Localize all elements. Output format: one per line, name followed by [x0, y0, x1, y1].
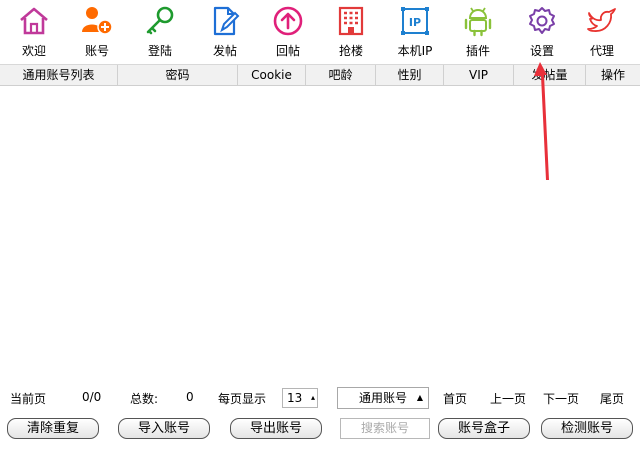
column-header-actions[interactable]: 操作 [586, 65, 640, 85]
toolbar-account[interactable]: 账号 [67, 0, 127, 64]
toolbar-post[interactable]: 发帖 [195, 0, 255, 64]
toolbar-grab-floor[interactable]: 抢楼 [321, 0, 381, 64]
toolbar-proxy[interactable]: 代理 [572, 0, 632, 64]
account-type-value: 通用账号 [358, 391, 407, 405]
android-icon [464, 7, 492, 37]
account-box-button[interactable]: 账号盒子 [438, 418, 530, 439]
toolbar-settings-label: 设置 [529, 44, 554, 58]
search-account-input[interactable]: 搜索账号 [340, 418, 430, 439]
toolbar-plugins-label: 插件 [465, 44, 490, 58]
edit-document-icon [213, 6, 240, 36]
column-header-password[interactable]: 密码 [118, 65, 238, 85]
per-page-stepper[interactable]: 13 ▴ [282, 388, 318, 408]
toolbar-grab-floor-label: 抢楼 [338, 44, 363, 58]
column-header-post-count[interactable]: 发帖量 [514, 65, 586, 85]
toolbar: 欢迎 账号 登陆 发帖 回帖 抢楼 IP 本机IP 插件 设置 代理 [0, 0, 640, 64]
export-accounts-button[interactable]: 导出账号 [230, 418, 322, 439]
toolbar-account-label: 账号 [84, 44, 109, 58]
stepper-arrows-icon[interactable]: ▴ [311, 389, 315, 407]
column-header-bar-age[interactable]: 吧龄 [306, 65, 376, 85]
key-icon [146, 6, 174, 35]
table-header: 通用账号列表 密码 Cookie 吧龄 性别 VIP 发帖量 操作 [0, 64, 640, 86]
column-header-cookie[interactable]: Cookie [238, 65, 306, 85]
toolbar-login[interactable]: 登陆 [130, 0, 190, 64]
toolbar-plugins[interactable]: 插件 [448, 0, 508, 64]
home-icon [20, 7, 48, 35]
toolbar-reply-label: 回帖 [275, 44, 300, 58]
prev-page-link[interactable]: 上一页 [490, 390, 526, 407]
gear-icon [529, 7, 555, 34]
building-icon [338, 6, 364, 36]
toolbar-welcome-label: 欢迎 [21, 44, 46, 58]
column-header-gender[interactable]: 性别 [376, 65, 444, 85]
check-accounts-button[interactable]: 检测账号 [541, 418, 633, 439]
account-type-select[interactable]: 通用账号 ▲ [337, 387, 429, 409]
dedupe-button[interactable]: 清除重复 [7, 418, 99, 439]
current-page-value: 0/0 [82, 390, 102, 404]
ip-icon: IP [401, 7, 429, 35]
toolbar-login-label: 登陆 [147, 44, 172, 58]
upload-circle-icon [273, 6, 303, 36]
per-page-value: 13 [287, 391, 303, 405]
total-value: 0 [186, 390, 194, 404]
toolbar-settings[interactable]: 设置 [512, 0, 572, 64]
column-header-vip[interactable]: VIP [444, 65, 514, 85]
bird-icon [587, 8, 616, 32]
last-page-link[interactable]: 尾页 [600, 390, 624, 407]
next-page-link[interactable]: 下一页 [543, 390, 579, 407]
toolbar-reply[interactable]: 回帖 [258, 0, 318, 64]
toolbar-local-ip[interactable]: IP 本机IP [385, 0, 445, 64]
first-page-link[interactable]: 首页 [443, 390, 467, 407]
current-page-label: 当前页 [10, 392, 47, 406]
import-accounts-button[interactable]: 导入账号 [118, 418, 210, 439]
svg-text:IP: IP [409, 16, 421, 29]
column-header-account[interactable]: 通用账号列表 [0, 65, 118, 85]
toolbar-welcome[interactable]: 欢迎 [4, 0, 64, 64]
total-label: 总数: [130, 392, 159, 406]
toolbar-proxy-label: 代理 [589, 44, 614, 58]
account-list[interactable] [0, 86, 640, 376]
add-user-icon [82, 7, 113, 35]
toolbar-local-ip-label: 本机IP [397, 44, 433, 58]
per-page-label: 每页显示 [218, 392, 267, 406]
toolbar-post-label: 发帖 [212, 44, 237, 58]
chevron-up-icon: ▲ [416, 393, 423, 402]
